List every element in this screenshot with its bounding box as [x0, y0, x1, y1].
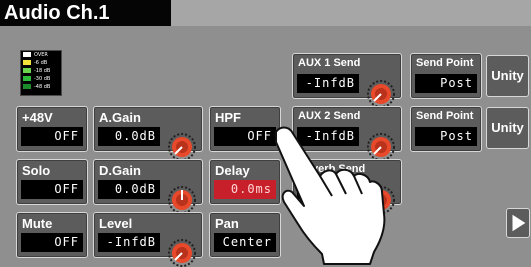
meter-row-30db: -30 dB: [23, 76, 61, 83]
meter-row-48db: -48 dB: [23, 84, 61, 91]
digital-gain-control[interactable]: D.Gain 0.0dB: [93, 159, 203, 214]
label-hpf: HPF: [215, 110, 241, 125]
value-sendpoint1: Post: [415, 74, 477, 93]
mute-button[interactable]: Mute OFF: [16, 212, 88, 258]
value-pan: Center: [214, 233, 276, 252]
level-meter-legend: OVER -6 dB -18 dB -30 dB -48 dB: [20, 50, 62, 96]
next-page-button[interactable]: [506, 208, 530, 238]
value-mute: OFF: [21, 233, 83, 252]
value-48v: OFF: [21, 127, 83, 146]
aux1-send-control[interactable]: AUX 1 Send -InfdB: [292, 53, 402, 108]
value-sendpoint2: Post: [415, 127, 477, 146]
meter-row-over: OVER: [23, 52, 61, 59]
label-level: Level: [99, 216, 133, 231]
analog-gain-control[interactable]: A.Gain 0.0dB: [93, 106, 203, 161]
meter-row-6db: -6 dB: [23, 60, 61, 67]
label-48v: +48V: [22, 110, 53, 125]
label-again: A.Gain: [99, 110, 141, 125]
send-point-aux1-button[interactable]: Send Point Post: [410, 53, 482, 99]
knob-icon[interactable]: [168, 186, 196, 214]
value-level: -InfdB: [98, 233, 160, 252]
label-aux2: AUX 2 Send: [298, 110, 361, 122]
value-hpf: OFF: [214, 127, 276, 146]
phantom-power-48v-button[interactable]: +48V OFF: [16, 106, 88, 152]
level-control[interactable]: Level -InfdB: [93, 212, 203, 267]
solo-button[interactable]: Solo OFF: [16, 159, 88, 205]
label-aux1: AUX 1 Send: [298, 57, 361, 69]
value-delay: 0.0ms: [214, 180, 276, 199]
label-delay: Delay: [215, 163, 250, 178]
meter-row-18db: -18 dB: [23, 68, 61, 75]
label-sendpoint1: Send Point: [416, 57, 474, 69]
knob-icon[interactable]: [168, 133, 196, 161]
pointing-hand-icon: [275, 126, 386, 265]
value-again: 0.0dB: [98, 127, 160, 146]
value-aux1: -InfdB: [297, 74, 359, 93]
value-dgain: 0.0dB: [98, 180, 160, 199]
title-bar: Audio Ch.1: [0, 0, 531, 26]
label-dgain: D.Gain: [99, 163, 141, 178]
knob-icon[interactable]: [168, 239, 196, 267]
send-point-aux2-button[interactable]: Send Point Post: [410, 106, 482, 152]
label-sendpoint2: Send Point: [416, 110, 474, 122]
next-arrow-icon: [512, 214, 526, 232]
unity-aux2-button[interactable]: Unity: [486, 107, 529, 149]
unity-aux1-button[interactable]: Unity: [486, 55, 529, 97]
label-pan: Pan: [215, 216, 239, 231]
audio-channel-panel: OVER -6 dB -18 dB -30 dB -48 dB +48V OFF…: [0, 26, 531, 267]
label-mute: Mute: [22, 216, 53, 231]
value-solo: OFF: [21, 180, 83, 199]
knob-icon[interactable]: [367, 80, 395, 108]
label-solo: Solo: [22, 163, 51, 178]
page-title: Audio Ch.1: [0, 0, 171, 26]
